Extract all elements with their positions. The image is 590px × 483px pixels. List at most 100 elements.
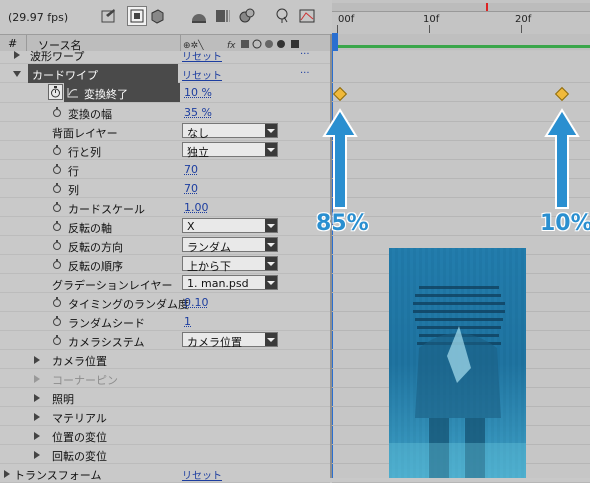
camera-system-select[interactable]: カメラ位置	[182, 332, 278, 347]
time-ruler[interactable]: 00f 10f 20f	[332, 0, 590, 51]
annotation-85-percent: 85%	[316, 211, 369, 236]
stopwatch-icon[interactable]	[52, 297, 62, 307]
property-value[interactable]: 70	[184, 163, 198, 176]
ruler-label: 00f	[338, 14, 354, 25]
expand-arrow-icon[interactable]	[34, 413, 40, 421]
property-row-columns[interactable]: 列 70	[0, 179, 330, 198]
property-row-rows-columns[interactable]: 行と列 独立	[0, 141, 330, 160]
card-wipe-preview-image	[389, 248, 526, 478]
property-value[interactable]: 10 %	[184, 86, 212, 99]
flip-direction-select[interactable]: ランダム	[182, 237, 278, 252]
work-area-range[interactable]	[334, 45, 590, 48]
chevron-down-icon	[265, 333, 277, 346]
property-name: 変換の幅	[68, 106, 112, 122]
property-row-flip-axis[interactable]: 反転の軸 X	[0, 217, 330, 236]
motion-blur-icon[interactable]	[214, 7, 232, 25]
property-row-gradient-layer[interactable]: グラデーションレイヤー 1. man.psd	[0, 274, 330, 293]
timeline-row	[332, 64, 590, 83]
property-name: 反転の順序	[68, 258, 123, 274]
group-row-camera-position[interactable]: カメラ位置	[0, 350, 330, 369]
rows-columns-select[interactable]: 独立	[182, 142, 278, 157]
flip-order-select[interactable]: 上から下	[182, 256, 278, 271]
time-navigator[interactable]	[332, 3, 590, 12]
property-row-back-layer[interactable]: 背面レイヤー なし	[0, 122, 330, 141]
about-link[interactable]: ...	[300, 46, 310, 57]
stopwatch-icon[interactable]	[52, 259, 62, 269]
stopwatch-icon[interactable]	[52, 240, 62, 250]
stopwatch-icon[interactable]	[52, 183, 62, 193]
group-row-position-jitter[interactable]: 位置の変位	[0, 426, 330, 445]
group-row-transform[interactable]: トランスフォーム リセット	[0, 464, 330, 483]
reset-link[interactable]: リセット	[182, 67, 222, 82]
about-link[interactable]: ...	[300, 65, 310, 76]
stopwatch-icon[interactable]	[52, 145, 62, 155]
group-row-corner-pin[interactable]: コーナーピン	[0, 369, 330, 388]
property-row-camera-system[interactable]: カメラシステム カメラ位置	[0, 331, 330, 350]
group-row-material[interactable]: マテリアル	[0, 407, 330, 426]
property-row-random-seed[interactable]: ランダムシード 1	[0, 312, 330, 331]
comp-settings-icon[interactable]	[100, 7, 118, 25]
back-layer-select[interactable]: なし	[182, 123, 278, 138]
ruler-tick	[521, 25, 522, 33]
property-value[interactable]: 1	[184, 315, 191, 328]
work-area-bar[interactable]	[334, 34, 590, 50]
group-name: コーナーピン	[52, 372, 118, 388]
stopwatch-icon[interactable]	[52, 164, 62, 174]
expand-arrow-icon[interactable]	[4, 470, 10, 478]
property-value[interactable]: 0.10	[184, 296, 209, 309]
stopwatch-on-icon[interactable]	[48, 84, 63, 100]
annotation-arrow-right	[542, 108, 582, 210]
property-name: カメラシステム	[68, 334, 144, 350]
expand-arrow-icon[interactable]	[34, 394, 40, 402]
live-update-icon[interactable]	[274, 7, 292, 25]
effect-row-wave-warp[interactable]: 波形ワープ リセット ...	[0, 45, 330, 64]
stopwatch-icon[interactable]	[52, 316, 62, 326]
flip-axis-select[interactable]: X	[182, 218, 278, 233]
expand-arrow-icon[interactable]	[34, 432, 40, 440]
property-name: 反転の方向	[68, 239, 123, 255]
effect-properties-list: 波形ワープ リセット ... カードワイプ リセット ... 変換終了 10 %…	[0, 51, 330, 478]
collapse-arrow-icon[interactable]	[13, 71, 21, 77]
frame-blending-icon[interactable]	[190, 7, 208, 25]
hide-shy-icon[interactable]	[148, 7, 166, 25]
property-row-rows[interactable]: 行 70	[0, 160, 330, 179]
property-row-flip-direction[interactable]: 反転の方向 ランダム	[0, 236, 330, 255]
draft-3d-icon[interactable]	[128, 7, 146, 25]
group-row-lighting[interactable]: 照明	[0, 388, 330, 407]
property-row-flip-order[interactable]: 反転の順序 上から下	[0, 255, 330, 274]
stopwatch-icon[interactable]	[52, 335, 62, 345]
stopwatch-icon[interactable]	[52, 202, 62, 212]
property-name: 行と列	[68, 144, 101, 160]
effect-name: カードワイプ	[32, 67, 98, 83]
group-name: 回転の変位	[52, 448, 107, 464]
reset-link[interactable]: リセット	[182, 48, 222, 63]
select-value: ランダム	[187, 239, 231, 255]
property-value[interactable]: 35 %	[184, 106, 212, 119]
annotation-arrow-left	[320, 108, 360, 210]
property-row-card-scale[interactable]: カードスケール 1.00	[0, 198, 330, 217]
reset-link[interactable]: リセット	[182, 467, 222, 482]
property-name: カードスケール	[68, 201, 145, 217]
ruler-tick	[337, 25, 338, 33]
expand-arrow-icon[interactable]	[34, 375, 40, 383]
fps-readout: (29.97 fps)	[8, 11, 68, 24]
brainstorm-icon[interactable]	[238, 7, 256, 25]
graph-editor-icon[interactable]	[298, 7, 316, 25]
chevron-down-icon	[265, 257, 277, 270]
group-name: トランスフォーム	[14, 467, 101, 483]
property-value[interactable]: 1.00	[184, 201, 209, 214]
expand-arrow-icon[interactable]	[14, 51, 20, 59]
group-row-rotation-jitter[interactable]: 回転の変位	[0, 445, 330, 464]
effect-row-card-wipe[interactable]: カードワイプ リセット ...	[0, 64, 330, 83]
gradient-layer-select[interactable]: 1. man.psd	[182, 275, 278, 290]
property-row-timing-randomness[interactable]: タイミングのランダム度 0.10	[0, 293, 330, 312]
stopwatch-icon[interactable]	[52, 221, 62, 231]
expand-arrow-icon[interactable]	[34, 356, 40, 364]
current-time-indicator[interactable]	[332, 33, 338, 51]
chevron-down-icon	[265, 238, 277, 251]
property-row-transition-width[interactable]: 変換の幅 35 %	[0, 103, 330, 122]
expand-arrow-icon[interactable]	[34, 451, 40, 459]
property-value[interactable]: 70	[184, 182, 198, 195]
property-row-transition-completion[interactable]: 変換終了 10 %	[0, 83, 330, 103]
stopwatch-icon[interactable]	[52, 107, 62, 117]
